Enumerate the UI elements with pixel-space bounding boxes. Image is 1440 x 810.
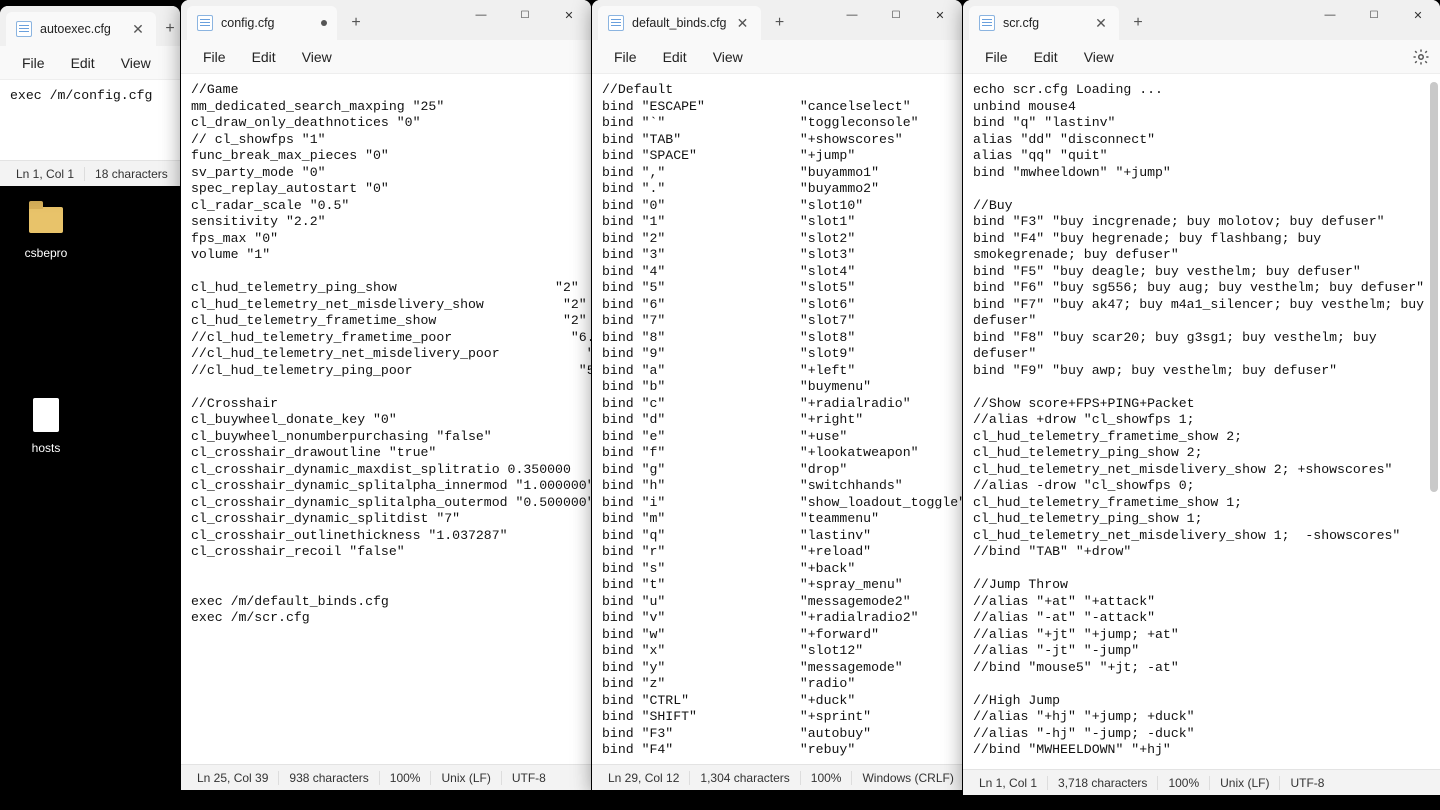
- desktop-folder-label: csbepro: [6, 246, 86, 260]
- menubar: FileEditView: [181, 40, 591, 74]
- editor-content[interactable]: exec /m/config.cfg: [0, 80, 180, 160]
- scrollbar[interactable]: [1428, 78, 1438, 765]
- menu-view[interactable]: View: [109, 51, 163, 75]
- editor-content[interactable]: //Game mm_dedicated_search_maxping "25" …: [181, 74, 591, 764]
- window-controls: —☐✕: [830, 0, 962, 30]
- desktop-folder-csbepro[interactable]: csbepro: [6, 200, 86, 260]
- notepad-icon: [16, 21, 32, 37]
- maximize-button[interactable]: ☐: [1352, 0, 1396, 30]
- notepad-icon: [197, 15, 213, 31]
- new-tab-button[interactable]: +: [1123, 8, 1153, 38]
- status-chars: 3,718 characters: [1048, 776, 1158, 790]
- editor-content[interactable]: //Default bind "ESCAPE" "cancelselect" b…: [592, 74, 962, 764]
- maximize-button[interactable]: ☐: [503, 0, 547, 30]
- unsaved-dot-icon: [321, 20, 327, 26]
- menu-file[interactable]: File: [602, 45, 649, 69]
- close-button[interactable]: ✕: [547, 0, 591, 30]
- tab-title: default_binds.cfg: [632, 16, 727, 30]
- gear-icon[interactable]: [1412, 48, 1430, 66]
- new-tab-button[interactable]: +: [341, 8, 371, 38]
- minimize-button[interactable]: —: [1308, 0, 1352, 30]
- menu-edit[interactable]: Edit: [1022, 45, 1070, 69]
- folder-icon: [26, 200, 66, 240]
- menubar: FileEditView: [0, 46, 180, 80]
- tab[interactable]: config.cfg: [187, 6, 337, 40]
- status-chars: 938 characters: [279, 771, 379, 785]
- status-zoom: 100%: [380, 771, 432, 785]
- notepad-window: default_binds.cfg✕+—☐✕FileEditView//Defa…: [592, 0, 962, 790]
- notepad-window: scr.cfg✕+—☐✕FileEditViewecho scr.cfg Loa…: [963, 0, 1440, 795]
- window-controls: —☐✕: [459, 0, 591, 30]
- status-pos: Ln 25, Col 39: [187, 771, 279, 785]
- menu-view[interactable]: View: [701, 45, 755, 69]
- close-button[interactable]: ✕: [1396, 0, 1440, 30]
- desktop-file-hosts[interactable]: hosts: [6, 395, 86, 455]
- new-tab-button[interactable]: +: [765, 8, 795, 38]
- minimize-button[interactable]: —: [830, 0, 874, 30]
- menu-view[interactable]: View: [290, 45, 344, 69]
- status-eol: Unix (LF): [1210, 776, 1280, 790]
- status-pos: Ln 1, Col 1: [969, 776, 1048, 790]
- titlebar[interactable]: autoexec.cfg ✕ +: [0, 6, 180, 46]
- menu-edit[interactable]: Edit: [240, 45, 288, 69]
- statusbar: Ln 1, Col 13,718 characters100%Unix (LF)…: [963, 769, 1440, 795]
- tab[interactable]: autoexec.cfg ✕: [6, 12, 156, 46]
- file-icon: [26, 395, 66, 435]
- window-controls: —☐✕: [1308, 0, 1440, 30]
- tab[interactable]: scr.cfg ✕: [969, 6, 1119, 40]
- notepad-window: config.cfg+—☐✕FileEditView//Game mm_dedi…: [181, 0, 591, 790]
- titlebar[interactable]: default_binds.cfg✕+—☐✕: [592, 0, 962, 40]
- statusbar: Ln 1, Col 118 characters: [0, 160, 180, 186]
- tab-title: autoexec.cfg: [40, 22, 111, 36]
- menu-edit[interactable]: Edit: [651, 45, 699, 69]
- titlebar[interactable]: config.cfg + —☐✕: [181, 0, 591, 40]
- tab[interactable]: default_binds.cfg ✕: [598, 6, 761, 40]
- notepad-icon: [979, 15, 995, 31]
- menubar: FileEditView: [963, 40, 1440, 74]
- titlebar[interactable]: scr.cfg✕+—☐✕: [963, 0, 1440, 40]
- menu-file[interactable]: File: [10, 51, 57, 75]
- statusbar: Ln 29, Col 121,304 characters100%Windows…: [592, 764, 962, 790]
- status-eol: Unix (LF): [431, 771, 501, 785]
- desktop-file-label: hosts: [6, 441, 86, 455]
- status-zoom: 100%: [801, 771, 853, 785]
- menu-file[interactable]: File: [973, 45, 1020, 69]
- tab-close-button[interactable]: ✕: [735, 15, 751, 31]
- status-pos: Ln 1, Col 1: [6, 167, 85, 181]
- minimize-button[interactable]: —: [459, 0, 503, 30]
- notepad-icon: [608, 15, 624, 31]
- tab-title: scr.cfg: [1003, 16, 1039, 30]
- status-chars: 18 characters: [85, 167, 178, 181]
- statusbar: Ln 25, Col 39938 characters100%Unix (LF)…: [181, 764, 591, 790]
- menu-view[interactable]: View: [1072, 45, 1126, 69]
- menu-file[interactable]: File: [191, 45, 238, 69]
- close-button[interactable]: ✕: [918, 0, 962, 30]
- tab-close-button[interactable]: ✕: [1093, 15, 1109, 31]
- status-eol: Windows (CRLF): [852, 771, 962, 785]
- status-pos: Ln 29, Col 12: [598, 771, 690, 785]
- status-enc: UTF-8: [502, 771, 556, 785]
- status-zoom: 100%: [1158, 776, 1210, 790]
- maximize-button[interactable]: ☐: [874, 0, 918, 30]
- status-chars: 1,304 characters: [690, 771, 800, 785]
- tab-title: config.cfg: [221, 16, 275, 30]
- new-tab-button[interactable]: +: [160, 14, 180, 44]
- notepad-window: autoexec.cfg✕+FileEditViewexec /m/config…: [0, 6, 180, 186]
- scrollbar-thumb[interactable]: [1430, 82, 1438, 492]
- menu-edit[interactable]: Edit: [59, 51, 107, 75]
- editor-content[interactable]: echo scr.cfg Loading ... unbind mouse4 b…: [963, 74, 1440, 769]
- tab-close-button[interactable]: ✕: [130, 21, 146, 37]
- menubar: FileEditView: [592, 40, 962, 74]
- status-enc: UTF-8: [1280, 776, 1334, 790]
